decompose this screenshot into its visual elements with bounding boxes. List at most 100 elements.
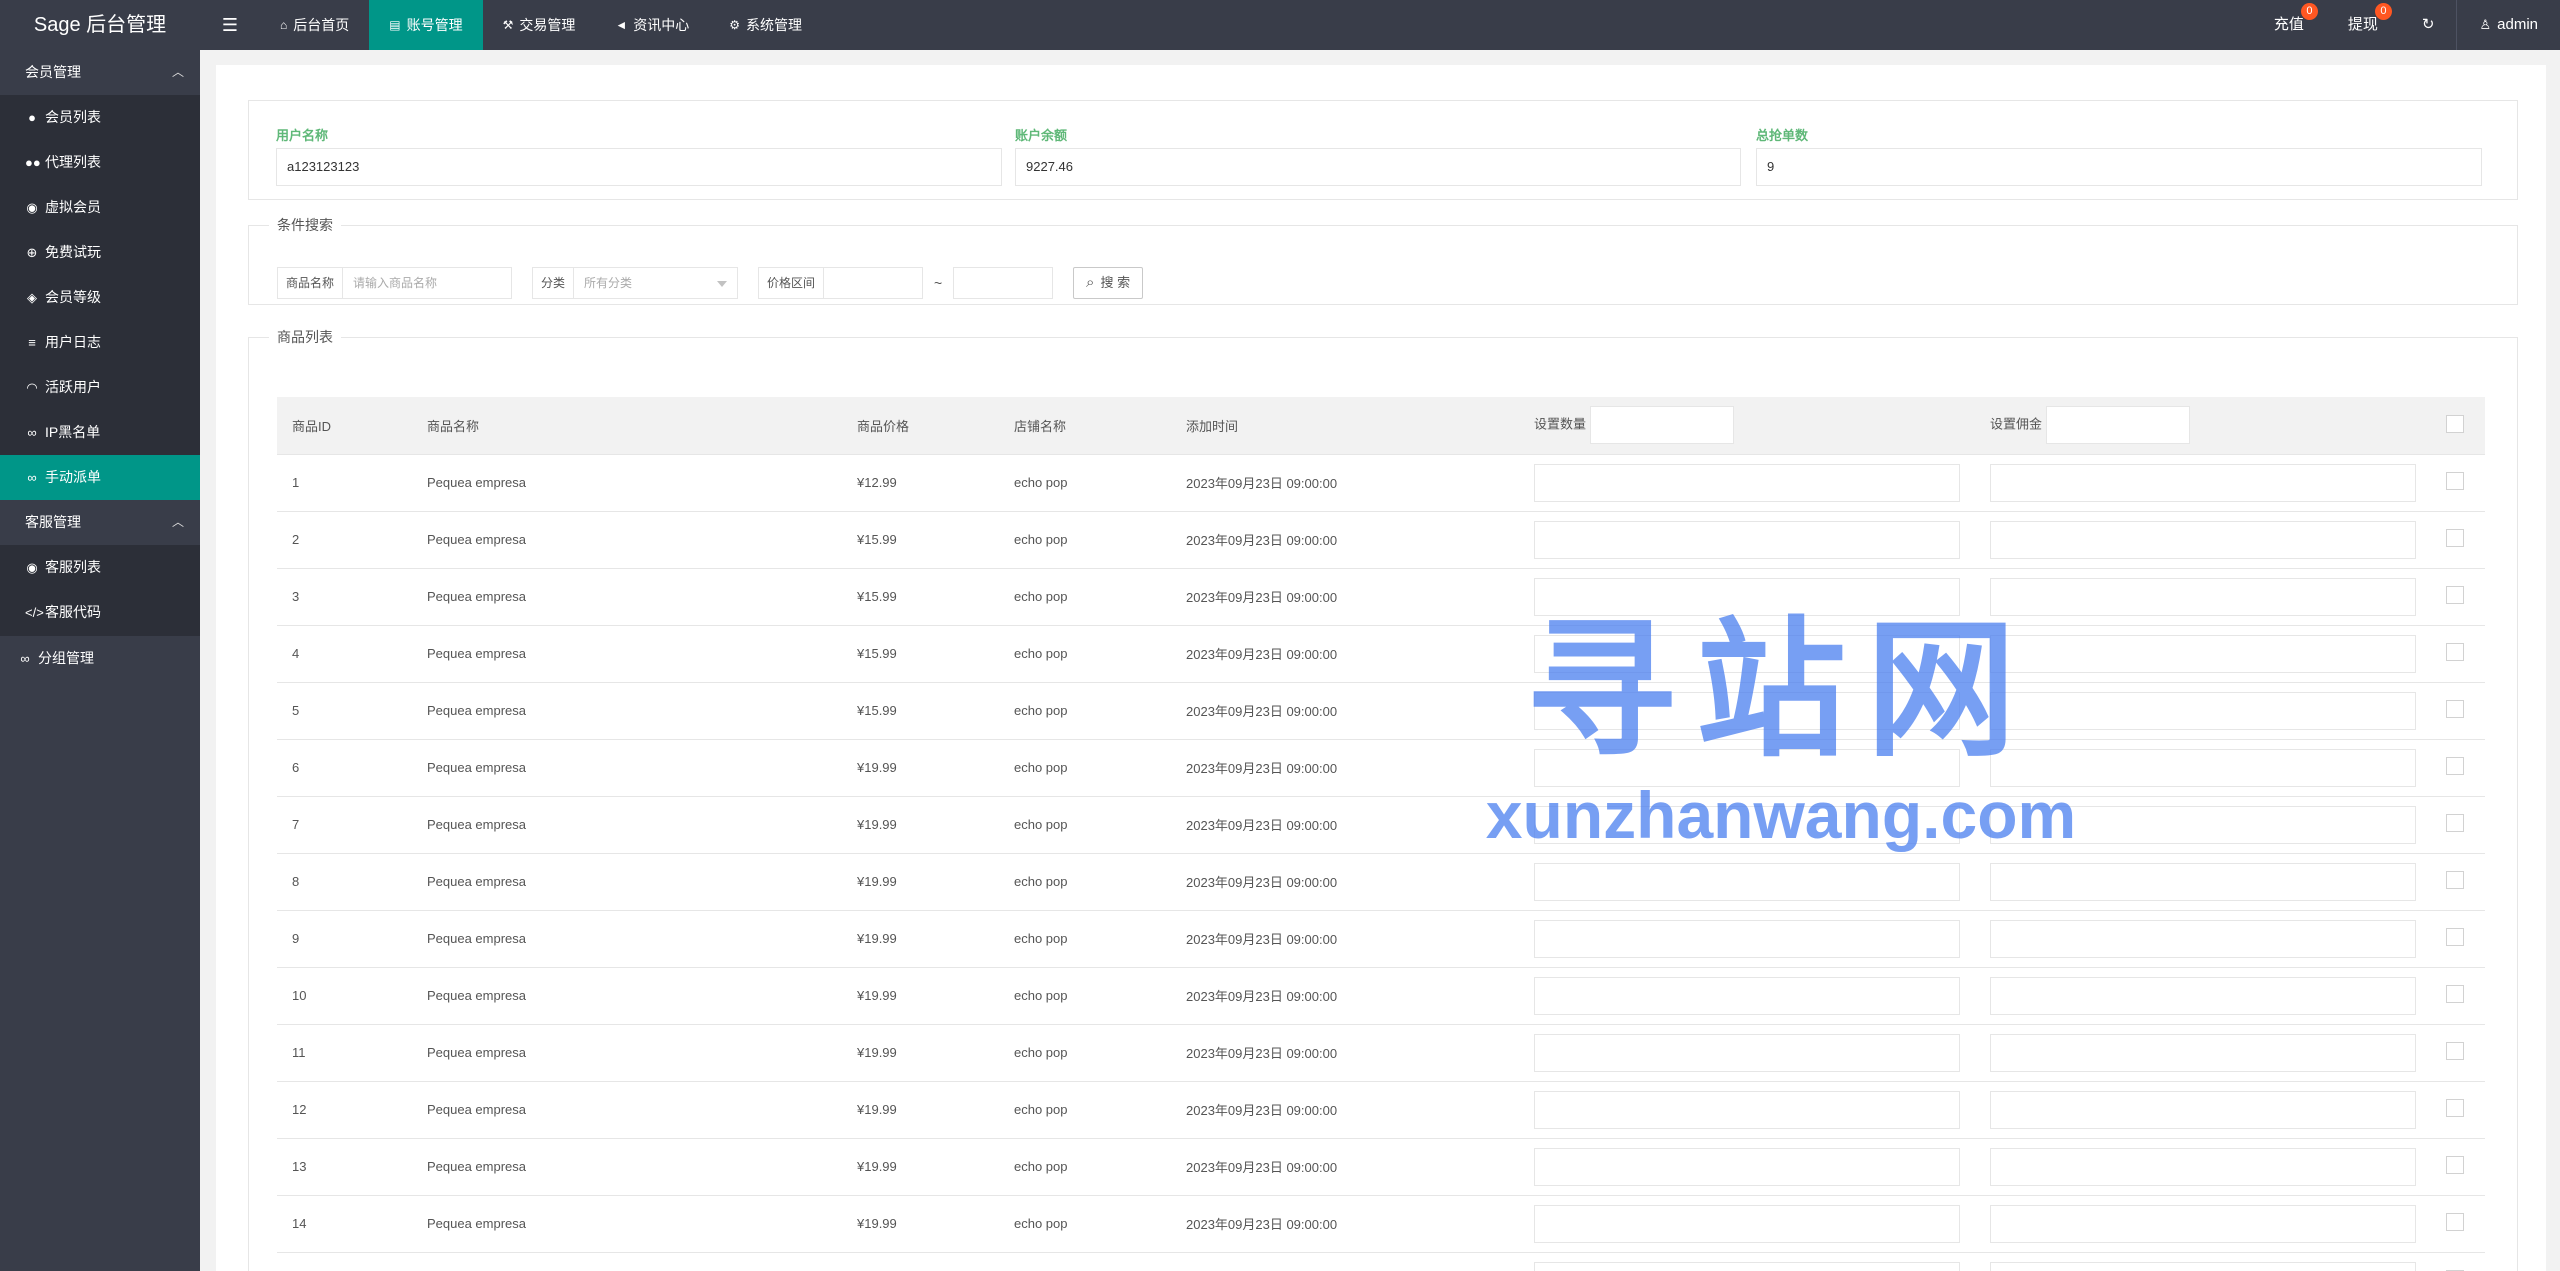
cell-time: 2023年09月23日 09:00:00: [1186, 590, 1338, 605]
row-qty-input[interactable]: [1534, 577, 1960, 616]
row-checkbox[interactable]: [2446, 871, 2464, 889]
row-checkbox[interactable]: [2446, 814, 2464, 832]
row-checkbox[interactable]: [2446, 1213, 2464, 1231]
sidebar-item-agent-list[interactable]: ●● 代理列表: [0, 140, 200, 185]
sidebar-group-service[interactable]: 客服管理 ︿: [0, 500, 200, 545]
row-qty-input[interactable]: [1534, 1090, 1960, 1129]
row-checkbox[interactable]: [2446, 1156, 2464, 1174]
sidebar-item-active-users[interactable]: ◠ 活跃用户: [0, 365, 200, 410]
username-field[interactable]: a123123123: [276, 148, 1002, 186]
sidebar-item-user-log[interactable]: ≡ 用户日志: [0, 320, 200, 365]
row-checkbox[interactable]: [2446, 1099, 2464, 1117]
cell-id: 8: [292, 874, 300, 889]
sidebar-item-member-list[interactable]: ● 会员列表: [0, 95, 200, 140]
cell-id: 2: [292, 532, 300, 547]
cell-id: 14: [292, 1216, 307, 1231]
product-name-input[interactable]: 请输入商品名称: [342, 267, 513, 299]
row-commission-input[interactable]: [1990, 805, 2416, 844]
row-qty-input[interactable]: [1534, 634, 1960, 673]
price-max-input[interactable]: [953, 267, 1054, 299]
row-qty-input[interactable]: [1534, 976, 1960, 1015]
withdraw-button[interactable]: 提现 0: [2326, 0, 2400, 50]
row-checkbox[interactable]: [2446, 928, 2464, 946]
row-commission-input[interactable]: [1990, 976, 2416, 1015]
row-commission-input[interactable]: [1990, 748, 2416, 787]
select-all-checkbox[interactable]: [2446, 414, 2464, 433]
row-checkbox[interactable]: [2446, 1042, 2464, 1060]
cell-shop: echo pop: [999, 1252, 1171, 1271]
sidebar-item-virtual-member[interactable]: ◉ 虚拟会员: [0, 185, 200, 230]
row-qty-input[interactable]: [1534, 520, 1960, 559]
cell-id: 3: [292, 589, 300, 604]
row-checkbox[interactable]: [2446, 643, 2464, 661]
row-qty-input[interactable]: [1534, 862, 1960, 901]
search-row: 商品名称 请输入商品名称 分类 所有分类 价格区间 ~ ⌕ 搜 索: [277, 267, 1144, 299]
row-commission-input[interactable]: [1990, 1033, 2416, 1072]
sidebar-item-manual-dispatch[interactable]: ∞ 手动派单: [0, 455, 200, 500]
bulk-commission-input[interactable]: [2046, 406, 2191, 445]
app-logo[interactable]: Sage 后台管理: [0, 0, 200, 50]
row-qty-input[interactable]: [1534, 748, 1960, 787]
row-commission-input[interactable]: [1990, 1090, 2416, 1129]
orders-field[interactable]: 9: [1756, 148, 2482, 186]
nav-item-home[interactable]: ⌂ 后台首页: [260, 0, 369, 50]
cell-shop: echo pop: [1014, 646, 1068, 661]
sidebar-item-service-list[interactable]: ◉ 客服列表: [0, 545, 200, 590]
sidebar-item-free-trial[interactable]: ⊕ 免费试玩: [0, 230, 200, 275]
row-commission-input[interactable]: [1990, 862, 2416, 901]
row-qty-input[interactable]: [1534, 1147, 1960, 1186]
nav-item-account[interactable]: ▤ 账号管理: [369, 0, 483, 50]
sidebar-item-service-code[interactable]: </> 客服代码: [0, 590, 200, 635]
row-checkbox[interactable]: [2446, 700, 2464, 718]
row-commission-input[interactable]: [1990, 634, 2416, 673]
user-menu[interactable]: ♙ admin: [2456, 0, 2560, 50]
row-commission-input[interactable]: [1990, 577, 2416, 616]
row-qty-input[interactable]: [1534, 691, 1960, 730]
cell-name: Pequea empresa: [427, 817, 527, 832]
row-checkbox[interactable]: [2446, 472, 2464, 490]
row-qty-input[interactable]: [1534, 463, 1960, 502]
balance-field[interactable]: 9227.46: [1015, 148, 1741, 186]
recharge-button[interactable]: 充值 0: [2252, 0, 2326, 50]
search-button[interactable]: ⌕ 搜 索: [1073, 267, 1144, 299]
gears-icon: ⚙: [729, 18, 741, 32]
sidebar-item-ip-blacklist[interactable]: ∞ IP黑名单: [0, 410, 200, 455]
cell-id: 1: [292, 475, 300, 490]
wifi-icon: ◠: [26, 380, 38, 395]
nav-item-trade[interactable]: ⚒ 交易管理: [483, 0, 596, 50]
row-commission-input[interactable]: [1990, 919, 2416, 958]
price-min-input[interactable]: [823, 267, 924, 299]
nav-item-system[interactable]: ⚙ 系统管理: [709, 0, 822, 50]
row-checkbox[interactable]: [2446, 985, 2464, 1003]
row-qty-input[interactable]: [1534, 805, 1960, 844]
row-qty-input[interactable]: [1534, 919, 1960, 958]
sidebar-item-group-management[interactable]: ∞ 分组管理: [0, 635, 200, 680]
menu-toggle-icon[interactable]: ☰: [205, 0, 255, 50]
row-commission-input[interactable]: [1990, 1261, 2416, 1271]
cell-id: 4: [292, 646, 300, 661]
top-header: Sage 后台管理 ☰ ⌂ 后台首页 ▤ 账号管理 ⚒ 交易管理 ◄ 资讯中心 ⚙ 系统管…: [0, 0, 2560, 50]
row-commission-input[interactable]: [1990, 1147, 2416, 1186]
cell-name: Pequea empresa: [427, 589, 527, 604]
refresh-button[interactable]: ↻: [2400, 0, 2457, 50]
link-icon: ∞: [27, 425, 37, 440]
search-fieldset: 条件搜索 商品名称 请输入商品名称 分类 所有分类 价格区间 ~ ⌕ 搜 索: [248, 215, 2518, 305]
sidebar-item-member-level[interactable]: ◈ 会员等级: [0, 275, 200, 320]
nav-item-news[interactable]: ◄ 资讯中心: [595, 0, 709, 50]
bulk-qty-input[interactable]: [1590, 406, 1735, 445]
table-row: 6 Pequea empresa ¥19.99 echo pop 2023年09月23日…: [277, 739, 2485, 796]
sidebar-group-members[interactable]: 会员管理 ︿: [0, 50, 200, 95]
row-qty-input[interactable]: [1534, 1261, 1960, 1271]
row-commission-input[interactable]: [1990, 463, 2416, 502]
row-checkbox[interactable]: [2446, 757, 2464, 775]
row-qty-input[interactable]: [1534, 1204, 1960, 1243]
cell-shop: echo pop: [1014, 760, 1068, 775]
row-checkbox[interactable]: [2446, 529, 2464, 547]
category-select[interactable]: 所有分类: [573, 267, 739, 299]
row-checkbox[interactable]: [2446, 586, 2464, 604]
row-qty-input[interactable]: [1534, 1033, 1960, 1072]
row-commission-input[interactable]: [1990, 1204, 2416, 1243]
cell-id: 9: [292, 931, 300, 946]
row-commission-input[interactable]: [1990, 520, 2416, 559]
row-commission-input[interactable]: [1990, 691, 2416, 730]
